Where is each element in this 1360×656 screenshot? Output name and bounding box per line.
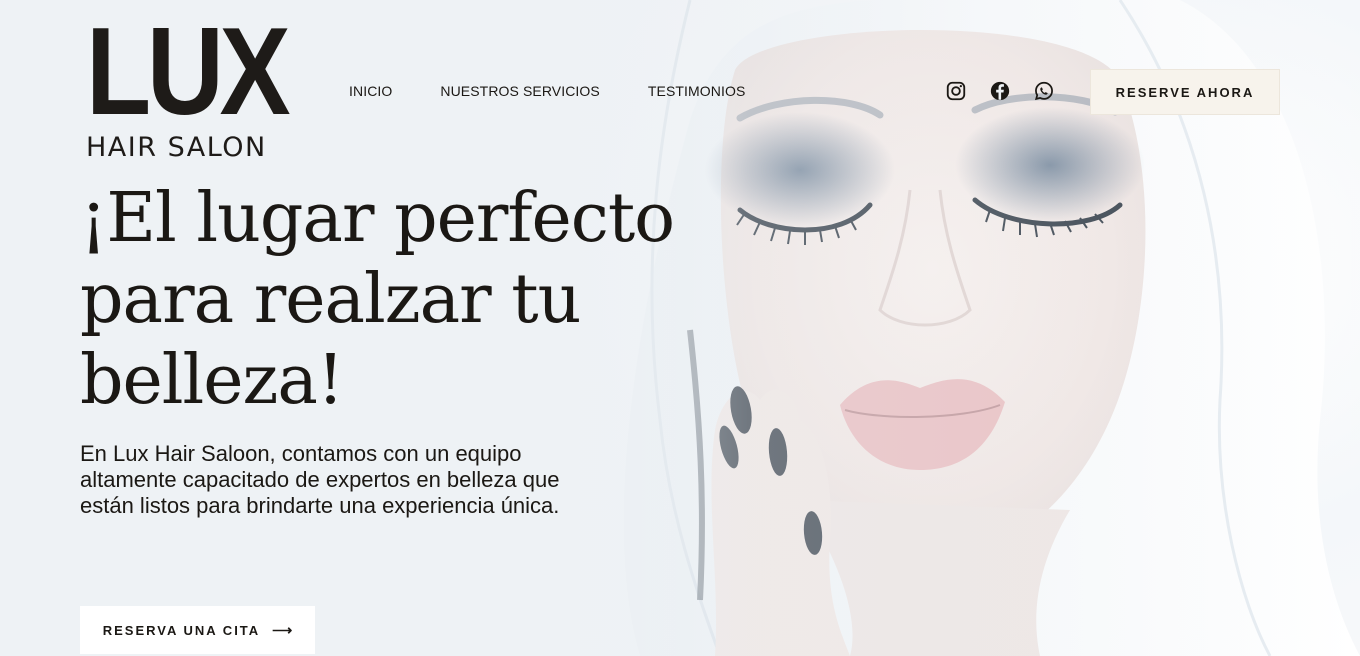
book-appointment-label: RESERVA UNA CITA bbox=[102, 622, 261, 638]
logo-main-text: LUX bbox=[86, 3, 291, 141]
main-nav: INICIO NUESTROS SERVICIOS TESTIMONIOS bbox=[349, 83, 745, 99]
instagram-icon[interactable] bbox=[945, 80, 967, 102]
arrow-right-icon: ⟶ bbox=[272, 621, 293, 638]
reserve-now-button[interactable]: RESERVE AHORA bbox=[1090, 69, 1280, 115]
social-links bbox=[945, 80, 1055, 102]
hero-intro: En Lux Hair Saloon, contamos con un equi… bbox=[80, 441, 560, 518]
brand-logo[interactable]: LUX HAIR SALON bbox=[86, 3, 306, 163]
nav-item-inicio[interactable]: INICIO bbox=[349, 83, 392, 99]
nav-item-servicios[interactable]: NUESTROS SERVICIOS bbox=[440, 83, 599, 99]
facebook-icon[interactable] bbox=[989, 80, 1011, 102]
whatsapp-icon[interactable] bbox=[1033, 80, 1055, 102]
nav-item-testimonios[interactable]: TESTIMONIOS bbox=[648, 83, 746, 99]
book-appointment-button[interactable]: RESERVA UNA CITA ⟶ bbox=[80, 606, 315, 654]
hero-headline: ¡El lugar perfecto para realzar tu belle… bbox=[80, 179, 675, 420]
